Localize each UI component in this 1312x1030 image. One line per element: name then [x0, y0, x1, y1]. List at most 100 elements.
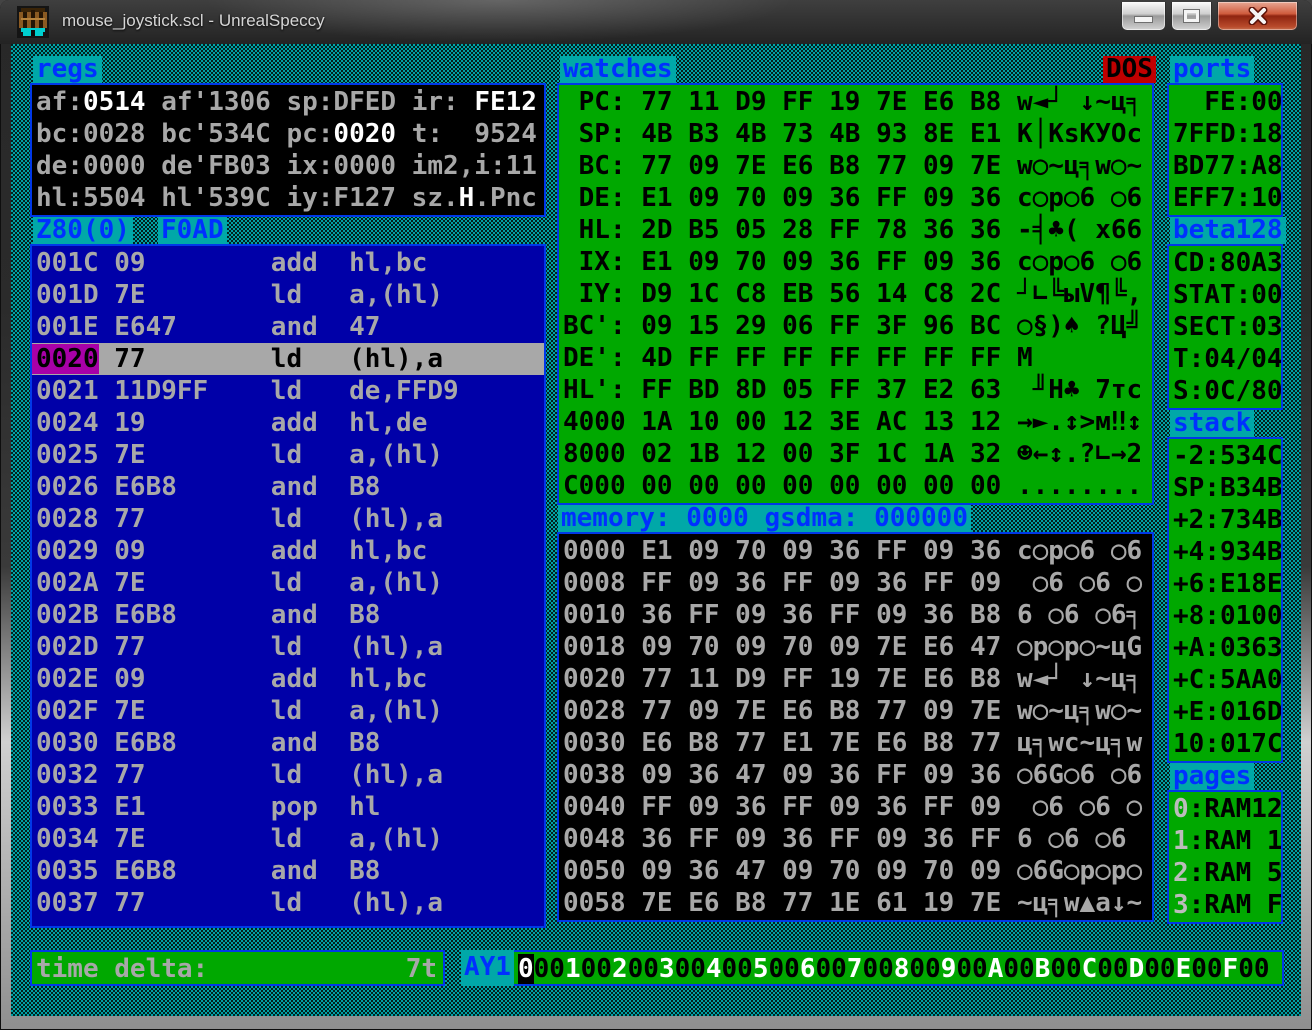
- disasm-row[interactable]: 0028 77 ld (hl),a: [32, 503, 544, 535]
- hex-row[interactable]: IX: E1 09 70 09 36 FF 09 36 с○p○6 ○6: [559, 246, 1152, 278]
- hex-row[interactable]: HL: 2D B5 05 28 FF 78 36 36 -╡♣( x66: [559, 214, 1152, 246]
- beta128-panel[interactable]: CD:80A3STAT:00SECT:03T:04/04S:0C/80: [1167, 244, 1283, 410]
- hex-row[interactable]: BC: 77 09 7E E6 B8 77 09 7E w○~ц╕w○~: [559, 150, 1152, 182]
- hex-row[interactable]: 7FFD:18: [1169, 118, 1281, 150]
- hex-row[interactable]: IY: D9 1C C8 EB 56 14 C8 2C ┘∟╚ыV¶╚,: [559, 278, 1152, 310]
- disasm-row[interactable]: 002B E6B8 and B8: [32, 599, 544, 631]
- hex-row[interactable]: +4:934B: [1169, 536, 1281, 568]
- ay-register-value[interactable]: 00: [1144, 954, 1175, 984]
- ay-register-index[interactable]: 1: [565, 954, 581, 984]
- ay-register-index[interactable]: 6: [800, 954, 816, 984]
- disasm-row[interactable]: 002E 09 add hl,bc: [32, 663, 544, 695]
- hex-row[interactable]: 10:017C: [1169, 728, 1281, 760]
- disasm-row[interactable]: 0021 11D9FF ld de,FFD9: [32, 375, 544, 407]
- hex-row[interactable]: 4000 1A 10 00 12 3E AC 13 12 →►.↕>м‼↕: [559, 406, 1152, 438]
- ay-register-index[interactable]: E: [1176, 954, 1192, 984]
- ports-panel[interactable]: FE:007FFD:18BD77:A8EFF7:10: [1167, 83, 1283, 217]
- hex-row[interactable]: +A:0363: [1169, 632, 1281, 664]
- ay-register-value[interactable]: 00: [815, 954, 846, 984]
- hex-row[interactable]: 0058 7E E6 B8 77 1E 61 19 7E ~ц╕w▲a↓~: [559, 887, 1152, 919]
- ay-register-value[interactable]: 00: [628, 954, 659, 984]
- hex-row[interactable]: +C:5AA0: [1169, 664, 1281, 696]
- disasm-row[interactable]: 001E E647 and 47: [32, 311, 544, 343]
- ay-register-value[interactable]: 00: [769, 954, 800, 984]
- ay-register-index[interactable]: 5: [753, 954, 769, 984]
- disasm-row[interactable]: 0037 77 ld (hl),a: [32, 887, 544, 919]
- disasm-row[interactable]: 0030 E6B8 and B8: [32, 727, 544, 759]
- regs-row[interactable]: de:0000 de'FB03 ix:0000 im2,i:11: [32, 150, 544, 182]
- memory-dump-panel[interactable]: 0000 E1 09 70 09 36 FF 09 36 с○p○6 ○6000…: [557, 532, 1154, 922]
- regs-panel[interactable]: af:0514 af'1306 sp:DFED ir: FE12bc:0028 …: [30, 83, 546, 217]
- ay-register-index[interactable]: 3: [659, 954, 675, 984]
- ay-register-value[interactable]: 00: [1191, 954, 1222, 984]
- disasm-row[interactable]: 0032 77 ld (hl),a: [32, 759, 544, 791]
- ay-register-value[interactable]: 00: [909, 954, 940, 984]
- ay-registers-strip[interactable]: 000100200300400500600700800900A00B00C00D…: [512, 950, 1284, 986]
- disasm-row[interactable]: 0033 E1 pop hl: [32, 791, 544, 823]
- hex-row[interactable]: SP:B34B: [1169, 472, 1281, 504]
- ay-register-index[interactable]: 9: [941, 954, 957, 984]
- hex-row[interactable]: 0048 36 FF 09 36 FF 09 36 FF 6 ○6 ○6: [559, 823, 1152, 855]
- hex-row[interactable]: CD:80A3: [1169, 247, 1281, 279]
- hex-row[interactable]: 0020 77 11 D9 FF 19 7E E6 B8 w◄┘ ↓~ц╕: [559, 663, 1152, 695]
- close-button[interactable]: [1217, 2, 1298, 31]
- hex-row[interactable]: +8:0100: [1169, 600, 1281, 632]
- disasm-row[interactable]: 0024 19 add hl,de: [32, 407, 544, 439]
- maximize-button[interactable]: [1171, 2, 1212, 31]
- disasm-row[interactable]: 002A 7E ld a,(hl): [32, 567, 544, 599]
- hex-row[interactable]: BC': 09 15 29 06 FF 3F 96 BC ○§)♠ ?Ц╝: [559, 310, 1152, 342]
- ay-chip-label[interactable]: AY1: [461, 950, 514, 986]
- ay-register-value[interactable]: 00: [722, 954, 753, 984]
- ay-register-value[interactable]: 00: [1050, 954, 1081, 984]
- ay-register-value[interactable]: 00: [1003, 954, 1034, 984]
- ay-register-value[interactable]: 00: [675, 954, 706, 984]
- page-row[interactable]: 0:RAM12: [1169, 793, 1281, 825]
- ay-register-index[interactable]: F: [1223, 954, 1239, 984]
- hex-row[interactable]: 0038 09 36 47 09 36 FF 09 36 ○6G○6 ○6: [559, 759, 1152, 791]
- hex-row[interactable]: 0040 FF 09 36 FF 09 36 FF 09 ○6 ○6 ○: [559, 791, 1152, 823]
- disasm-row[interactable]: 0025 7E ld a,(hl): [32, 439, 544, 471]
- hex-row[interactable]: HL': FF BD 8D 05 FF 37 E2 63 ╜Н♣ 7тс: [559, 374, 1152, 406]
- disassembly-panel[interactable]: 001C 09 add hl,bc001D 7E ld a,(hl)001E E…: [30, 244, 546, 928]
- regs-row[interactable]: hl:5504 hl'539C iy:F127 sz.H.Pnc: [32, 182, 544, 214]
- memory-status-label[interactable]: memory: 0000 gsdma: 000000: [558, 505, 971, 532]
- hex-row[interactable]: SP: 4B B3 4B 73 4B 93 8E E1 K│KsКУОс: [559, 118, 1152, 150]
- ay-register-value[interactable]: 00: [1238, 954, 1269, 984]
- ay-register-index[interactable]: 7: [847, 954, 863, 984]
- hex-row[interactable]: BD77:A8: [1169, 150, 1281, 182]
- ay-register-index[interactable]: B: [1035, 954, 1051, 984]
- page-row[interactable]: 1:RAM 1: [1169, 825, 1281, 857]
- disasm-row[interactable]: 0029 09 add hl,bc: [32, 535, 544, 567]
- hex-row[interactable]: SECT:03: [1169, 311, 1281, 343]
- ay-register-value[interactable]: 00: [1097, 954, 1128, 984]
- disasm-row[interactable]: 0020 77 ld (hl),a: [32, 343, 544, 375]
- disasm-row[interactable]: 002F 7E ld a,(hl): [32, 695, 544, 727]
- disasm-row[interactable]: 002D 77 ld (hl),a: [32, 631, 544, 663]
- hex-row[interactable]: -2:534C: [1169, 440, 1281, 472]
- watches-panel[interactable]: PC: 77 11 D9 FF 19 7E E6 B8 w◄┘ ↓~ц╕ SP:…: [557, 83, 1154, 505]
- hex-row[interactable]: 0008 FF 09 36 FF 09 36 FF 09 ○6 ○6 ○: [559, 567, 1152, 599]
- ay-register-value[interactable]: 00: [534, 954, 565, 984]
- ay-registers-row[interactable]: 000100200300400500600700800900A00B00C00D…: [514, 953, 1282, 985]
- regs-row[interactable]: af:0514 af'1306 sp:DFED ir: FE12: [32, 86, 544, 118]
- hex-row[interactable]: C000 00 00 00 00 00 00 00 00 ........: [559, 470, 1152, 502]
- ay-register-index[interactable]: 0: [518, 954, 534, 984]
- hex-row[interactable]: +6:E18E: [1169, 568, 1281, 600]
- minimize-button[interactable]: [1121, 2, 1166, 31]
- disasm-row[interactable]: 001D 7E ld a,(hl): [32, 279, 544, 311]
- hex-row[interactable]: 0050 09 36 47 09 70 09 70 09 ○6G○p○p○: [559, 855, 1152, 887]
- ay-register-index[interactable]: 2: [612, 954, 628, 984]
- hex-row[interactable]: 8000 02 1B 12 00 3F 1C 1A 32 ☻←↕.?∟→2: [559, 438, 1152, 470]
- hex-row[interactable]: 0030 E6 B8 77 E1 7E E6 B8 77 ц╕wс~ц╕w: [559, 727, 1152, 759]
- hex-row[interactable]: EFF7:10: [1169, 182, 1281, 214]
- hex-row[interactable]: 0010 36 FF 09 36 FF 09 36 B8 6 ○6 ○6╕: [559, 599, 1152, 631]
- hex-row[interactable]: +2:734B: [1169, 504, 1281, 536]
- hex-row[interactable]: FE:00: [1169, 86, 1281, 118]
- ay-register-index[interactable]: 8: [894, 954, 910, 984]
- regs-row[interactable]: bc:0028 bc'534C pc:0020 t: 9524: [32, 118, 544, 150]
- ay-register-value[interactable]: 00: [581, 954, 612, 984]
- ay-register-index[interactable]: C: [1082, 954, 1098, 984]
- page-row[interactable]: 3:RAM F: [1169, 889, 1281, 921]
- cpu-address-label[interactable]: F0AD: [158, 217, 227, 244]
- hex-row[interactable]: 0000 E1 09 70 09 36 FF 09 36 с○p○6 ○6: [559, 535, 1152, 567]
